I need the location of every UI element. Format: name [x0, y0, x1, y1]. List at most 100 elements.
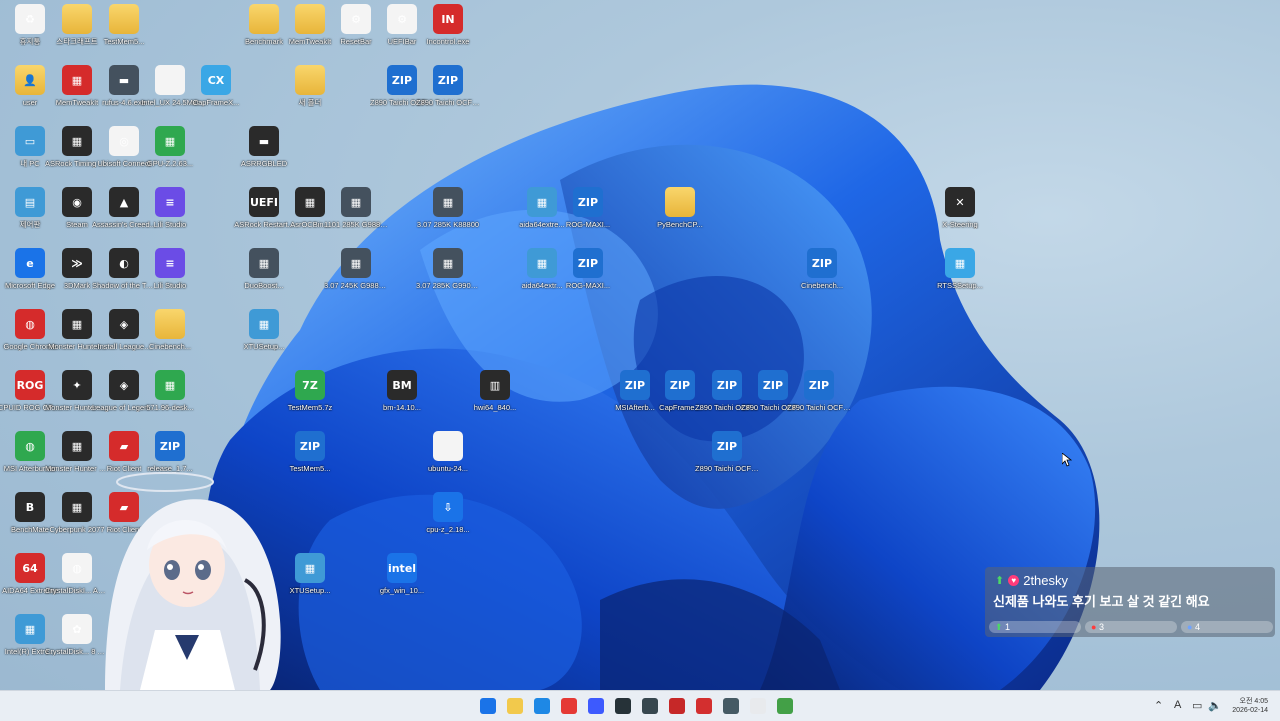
desktop-icon[interactable]: ≡ Lili Studio [138, 248, 202, 290]
desktop-icon[interactable]: ▦ 3.07 285K G99000... [416, 248, 480, 290]
desktop-icon-label: 571.96-desk... [146, 403, 194, 412]
desktop-icon[interactable]: ▦ 571.96-desk... [138, 370, 202, 412]
ime-indicator[interactable]: A [1174, 699, 1181, 711]
desktop-icon[interactable]: ▬ ASRRGBLED [232, 126, 296, 168]
app-icon: B [15, 492, 45, 522]
desktop-icon[interactable]: ≡ Lili Studio [138, 187, 202, 229]
desktop-icon-label: PyBenchCP... [657, 220, 703, 229]
stat-bar-up: ⬆ 1 [989, 621, 1081, 633]
desktop-icon[interactable]: ✕ X-Steering [928, 187, 992, 229]
desktop-icon[interactable]: ZIP TestMem5... [278, 431, 342, 473]
desktop-icon[interactable]: ▦ RTSSSetup... [928, 248, 992, 290]
desktop-icon[interactable]: ZIP ROG-MAXI... [556, 248, 620, 290]
memory-icon[interactable] [777, 698, 793, 714]
app-icon: ZIP [758, 370, 788, 400]
file-explorer-icon[interactable] [507, 698, 523, 714]
desktop-icon[interactable]: ZIP Z890 Taichi OCF(3.22)R... [787, 370, 851, 412]
app-icon: ≫ [62, 248, 92, 278]
desktop-icon[interactable]: ▦ 3.07 245K G98800... [324, 248, 388, 290]
app-icon: ◍ [62, 553, 92, 583]
desktop-icon[interactable]: BM bm-14.10... [370, 370, 434, 412]
desktop-icon-label: Cinebench... [148, 342, 192, 351]
terminal-icon[interactable] [723, 698, 739, 714]
desktop-icon[interactable]: ⇩ cpu-z_2.18... [416, 492, 480, 534]
desktop-icon[interactable]: ZIP Cinebench... [790, 248, 854, 290]
app-icon [295, 65, 325, 95]
app-icon: ZIP [807, 248, 837, 278]
app-icon: ▬ [109, 65, 139, 95]
app-icon: 👤 [15, 65, 45, 95]
desktop-icon-label: Z890 Taichi OCF(2.18)R... [695, 464, 759, 473]
snip-icon[interactable] [750, 698, 766, 714]
chat-stat-bars: ⬆ 1 ● 3 ● 4 [989, 621, 1273, 633]
desktop-icon-label: bm-14.10... [383, 403, 421, 412]
app-icon: ◈ [109, 309, 139, 339]
app-icon[interactable] [642, 698, 658, 714]
desktop-icon[interactable]: IN Incontrol.exe [416, 4, 480, 46]
desktop-icon[interactable]: 7Z TestMem5.7z [278, 370, 342, 412]
stat-bar-blue: ● 4 [1181, 621, 1273, 633]
desktop-icon[interactable]: ZIP Z890 Taichi OCF(2.18)R... [695, 431, 759, 473]
desktop-icon[interactable]: ▦ DuoBoost... [232, 248, 296, 290]
desktop-icon[interactable]: ubuntu-24... [416, 431, 480, 473]
riot-icon[interactable] [696, 698, 712, 714]
app-icon: ROG [15, 370, 45, 400]
app-icon: ▦ [62, 431, 92, 461]
desktop-icon-label: ROG-MAXI... [565, 281, 611, 290]
desktop-icon[interactable]: Cinebench... [138, 309, 202, 351]
app-icon: ▦ [62, 492, 92, 522]
app-icon: ⚙ [341, 4, 371, 34]
app-icon: ZIP [573, 248, 603, 278]
clock-date[interactable]: 2026-02-14 [1232, 707, 1268, 714]
clock-time[interactable]: 오전 4:05 [1240, 696, 1268, 706]
desktop-icon[interactable]: ▦ 3.07 285K K88800 [416, 187, 480, 229]
desktop-icon[interactable]: ▦ GPU-Z.2.63... [138, 126, 202, 168]
desktop-icon[interactable]: ZIP ROG-MAXI... [556, 187, 620, 229]
app-icon [155, 65, 185, 95]
app-icon: ▦ [527, 187, 557, 217]
desktop-icon[interactable]: CX CapFrameX... [184, 65, 248, 107]
app-icon: ✿ [62, 614, 92, 644]
desktop-icon[interactable]: ZIP release_1.7... [138, 431, 202, 473]
app-icon: ▦ [155, 126, 185, 156]
app-icon [62, 4, 92, 34]
app-icon: ZIP [712, 431, 742, 461]
desktop-icon-label: Incontrol.exe [426, 37, 470, 46]
desktop-icon[interactable]: TestMem5... [92, 4, 156, 46]
desktop-icon[interactable]: intel gfx_win_10... [370, 553, 434, 595]
start-icon[interactable] [480, 698, 496, 714]
desktop-icon[interactable]: ▥ hwi64_840... [463, 370, 527, 412]
desktop-icon-label: GPU-Z.2.63... [146, 159, 194, 168]
desktop-icon[interactable]: ▦ 1101 285K G98800 C... [324, 187, 388, 229]
chat-message: 신제품 나와도 후기 보고 살 것 같긴 해요 [993, 594, 1210, 609]
desktop-icon[interactable]: ▦ XTUSetup... [232, 309, 296, 351]
app-icon: ▦ [62, 309, 92, 339]
chrome-icon[interactable] [561, 698, 577, 714]
hwinfo-icon[interactable] [615, 698, 631, 714]
app-icon: ZIP [620, 370, 650, 400]
rog-cpuz-icon[interactable] [669, 698, 685, 714]
chevron-up-icon[interactable]: ⌃ [1154, 699, 1163, 712]
edge-icon[interactable] [534, 698, 550, 714]
app-icon: ◍ [15, 431, 45, 461]
desktop-icon[interactable]: ZIP Z890 Taichi OCF(3.07)R... [416, 65, 480, 107]
monitor-icon[interactable]: ▭ [1192, 699, 1202, 712]
desktop-icon-label: CapFrameX... [192, 98, 240, 107]
desktop-icon-label: Z890 Taichi OCF(3.22)R... [787, 403, 851, 412]
app-icon: 64 [15, 553, 45, 583]
app-icon: ▲ [109, 187, 139, 217]
volume-icon[interactable]: 🔈 [1208, 699, 1222, 712]
desktop-icon-label: ubuntu-24... [427, 464, 469, 473]
desktop-icon-label: 3.07 245K G98800... [324, 281, 388, 290]
desktop-icon-label: RTSSSetup... [937, 281, 983, 290]
desktop-icon-label: TestMem5... [103, 37, 145, 46]
app-icon [249, 4, 279, 34]
app-icon: ◍ [15, 309, 45, 339]
up-arrow-icon: ⬆ [995, 575, 1005, 587]
store-icon[interactable] [588, 698, 604, 714]
app-icon: ▦ [15, 614, 45, 644]
desktop-icon[interactable]: PyBenchCP... [648, 187, 712, 229]
desktop-icon[interactable]: 새 폴더 [278, 65, 342, 107]
desktop-icon-label: 3.07 285K G99000... [416, 281, 480, 290]
heart-icon: ♥ [1008, 575, 1020, 586]
